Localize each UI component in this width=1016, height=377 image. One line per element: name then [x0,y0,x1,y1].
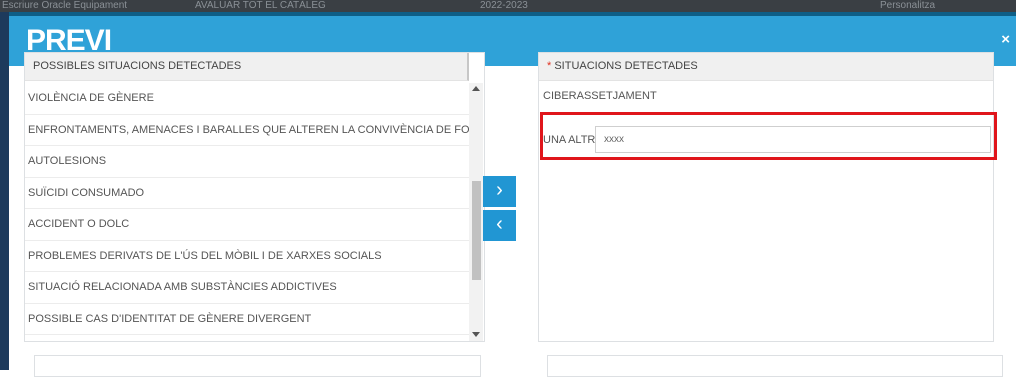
list-item[interactable]: POSSIBLE CAS D'IDENTITAT DE GÈNERE DIVER… [25,304,469,335]
list-item[interactable]: ACCIDENT O DOLC [25,209,469,241]
background-item: AVALUAR TOT EL CATÀLEG [195,0,326,11]
possible-situations-panel: POSSIBLES SITUACIONS DETECTADES VIOLÈNCI… [24,52,485,342]
lower-panel-left [34,355,481,377]
selected-item[interactable]: CIBERASSETJAMENT [543,86,657,106]
chevron-left-icon: ‹ [496,213,503,235]
remove-situation-button[interactable]: ‹ [483,210,516,241]
close-icon[interactable]: × [1001,32,1010,47]
other-situation-row: UNA ALTRA [543,124,993,156]
add-situation-button[interactable]: › [483,176,516,207]
list-item[interactable]: PROBLEMES DERIVATS DE L'ÚS DEL MÒBIL I D… [25,241,469,272]
list-item[interactable]: AUTOLESIONS [25,146,469,178]
list-item[interactable]: ENFRONTAMENTS, AMENACES I BARALLES QUE A… [25,115,469,146]
scroll-up-icon[interactable] [472,86,480,91]
detected-situations-title: SITUACIONS DETECTADES [554,60,698,72]
required-marker: * [547,60,552,72]
background-item: Personalitza [880,0,936,11]
other-situation-input[interactable] [595,126,991,153]
chevron-right-icon: › [496,179,503,201]
possible-situations-list: VIOLÈNCIA DE GÈNERE ENFRONTAMENTS, AMENA… [25,83,469,335]
background-item: Escriure Oracle Equipament [2,0,128,11]
list-item[interactable]: VIOLÈNCIA DE GÈNERE [25,83,469,115]
list-item[interactable]: SITUACIÓ RELACIONADA AMB SUBSTÀNCIES ADD… [25,272,469,304]
detected-situations-header: * SITUACIONS DETECTADES [539,53,993,81]
list-scrollbar[interactable] [469,83,483,341]
possible-situations-header: POSSIBLES SITUACIONS DETECTADES [25,53,469,81]
scrollbar-thumb[interactable] [472,181,481,280]
background-top-bar: Escriure Oracle Equipament AVALUAR TOT E… [0,0,1016,12]
background-sidebar-edge [0,12,9,370]
detected-situations-panel: * SITUACIONS DETECTADES CIBERASSETJAMENT… [538,52,994,342]
scroll-down-icon[interactable] [472,332,480,337]
other-situation-label: UNA ALTRA [543,134,603,146]
list-item[interactable]: SUÏCIDI CONSUMADO [25,178,469,209]
background-item: 2022-2023 [480,0,528,11]
lower-panel-right [547,355,1003,377]
